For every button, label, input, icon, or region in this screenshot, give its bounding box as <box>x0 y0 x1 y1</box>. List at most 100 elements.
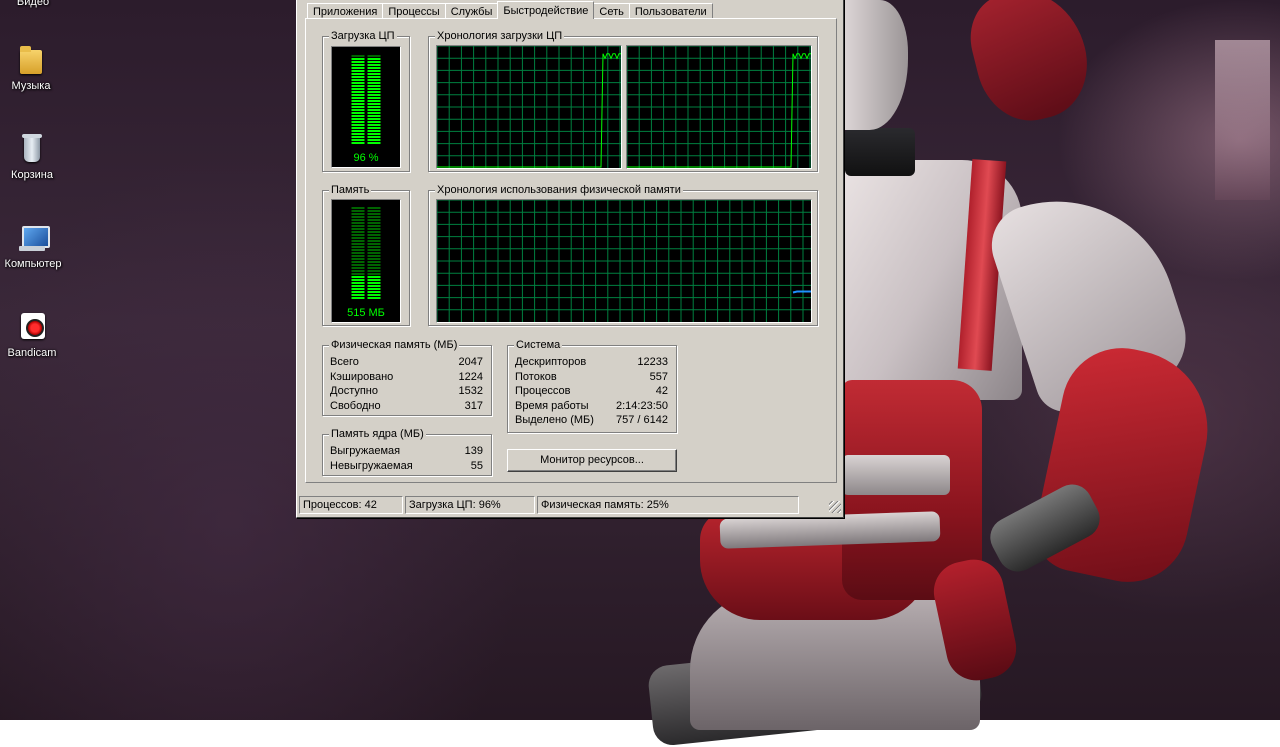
meter-segment <box>351 294 365 296</box>
meter-segment <box>367 103 381 105</box>
meter-segment <box>351 240 365 242</box>
desktop-icon-bandicam[interactable]: Bandicam <box>0 309 65 359</box>
meter-segment <box>367 115 381 117</box>
stat-label: Свободно <box>330 399 381 412</box>
stat-row: Невыгружаемая 55 <box>330 459 483 474</box>
meter-segment <box>351 115 365 117</box>
physical-memory-stats: Всего 2047 Кэшировано 1224 Доступно 1532 Св… <box>330 355 483 413</box>
meter-segment <box>351 228 365 230</box>
meter-segment <box>367 288 381 290</box>
stat-value: 557 <box>649 370 668 383</box>
meter-segment <box>367 240 381 242</box>
meter-segment <box>351 133 365 135</box>
meter-segment <box>351 94 365 96</box>
wallpaper-figure-part <box>960 0 1100 132</box>
meter-segment <box>367 112 381 114</box>
stat-row: Потоков 557 <box>515 370 668 385</box>
memory-group: Память 515 МБ <box>322 184 410 326</box>
meter-segment <box>351 130 365 132</box>
tab-processes[interactable]: Процессы <box>382 3 446 19</box>
folder-icon <box>14 42 48 76</box>
meter-segment <box>367 58 381 60</box>
meter-segment <box>367 210 381 212</box>
desktop-icon-label: Корзина <box>11 169 53 181</box>
physical-memory-title: Физическая память (МБ) <box>329 339 460 351</box>
meter-segment <box>351 216 365 218</box>
meter-segment <box>351 234 365 236</box>
memory-bars <box>351 207 381 299</box>
tab-strip: Приложения Процессы Службы Быстродействи… <box>307 1 713 19</box>
task-manager-window: Приложения Процессы Службы Быстродействи… <box>296 0 844 518</box>
status-cpu: Загрузка ЦП: 96% <box>405 496 535 514</box>
meter-segment <box>351 258 365 260</box>
meter-segment <box>351 243 365 245</box>
recycle-bin-icon <box>15 131 49 165</box>
meter-segment <box>351 103 365 105</box>
meter-segment <box>367 228 381 230</box>
stat-value: 317 <box>464 399 483 412</box>
desktop-icon-video[interactable]: Видео <box>0 0 66 8</box>
meter-segment <box>367 285 381 287</box>
stat-value: 1224 <box>458 370 483 383</box>
cpu-history-group: Хронология загрузки ЦП <box>428 30 818 172</box>
stat-value: 12233 <box>637 356 668 368</box>
cpu-history-plot <box>627 46 811 168</box>
tab-services[interactable]: Службы <box>444 3 499 19</box>
meter-segment <box>367 124 381 126</box>
meter-segment <box>367 246 381 248</box>
meter-segment <box>367 142 381 144</box>
meter-segment <box>351 276 365 278</box>
tab-users[interactable]: Пользователи <box>628 3 713 19</box>
stat-row: Свободно 317 <box>330 399 483 414</box>
resize-grip-icon[interactable] <box>829 501 841 513</box>
meter-segment <box>367 261 381 263</box>
desktop-icon-music[interactable]: Музыка <box>0 42 64 92</box>
meter-segment <box>351 213 365 215</box>
meter-segment <box>367 291 381 293</box>
meter-segment <box>367 76 381 78</box>
status-bar: Процессов: 42 Загрузка ЦП: 96% Физическа… <box>299 496 841 514</box>
stat-label: Дескрипторов <box>515 356 587 368</box>
meter-segment <box>367 88 381 90</box>
meter-segment <box>367 225 381 227</box>
wallpaper-figure-part <box>845 128 915 176</box>
meter-segment <box>351 210 365 212</box>
meter-segment <box>351 106 365 108</box>
meter-segment <box>367 139 381 141</box>
memory-history-plot <box>437 200 811 322</box>
stat-value: 139 <box>464 445 483 457</box>
stat-row: Дескрипторов 12233 <box>515 355 668 370</box>
stat-row: Выделено (МБ) 757 / 6142 <box>515 413 668 428</box>
resource-monitor-button[interactable]: Монитор ресурсов... <box>507 449 677 472</box>
meter-segment <box>367 79 381 81</box>
bandicam-icon <box>15 309 49 343</box>
desktop-icon-label: Видео <box>16 0 50 8</box>
meter-segment <box>351 249 365 251</box>
tab-networking[interactable]: Сеть <box>593 3 630 19</box>
meter-segment <box>367 61 381 63</box>
meter-segment <box>367 91 381 93</box>
meter-segment <box>367 127 381 129</box>
meter-segment <box>367 237 381 239</box>
meter-segment <box>367 130 381 132</box>
meter-segment <box>367 106 381 108</box>
meter-segment <box>351 222 365 224</box>
stat-value: 1532 <box>458 385 483 398</box>
stat-label: Процессов <box>515 385 571 398</box>
meter-segment <box>351 261 365 263</box>
desktop-icon-recycle-bin[interactable]: Корзина <box>0 131 65 181</box>
meter-segment <box>351 97 365 99</box>
desktop-icon-computer[interactable]: Компьютер <box>0 220 66 270</box>
meter-segment <box>367 276 381 278</box>
stat-row: Выгружаемая 139 <box>330 444 483 459</box>
meter-segment <box>351 291 365 293</box>
meter-segment <box>367 297 381 299</box>
tab-performance[interactable]: Быстродействие <box>497 1 595 19</box>
stat-label: Время работы <box>515 399 589 412</box>
cpu-usage-group: Загрузка ЦП 96 % <box>322 30 410 172</box>
meter-segment <box>351 61 365 63</box>
meter-segment <box>367 282 381 284</box>
meter-segment <box>367 222 381 224</box>
cpu-history-graph-core-1 <box>436 45 622 169</box>
tab-applications[interactable]: Приложения <box>307 3 384 19</box>
